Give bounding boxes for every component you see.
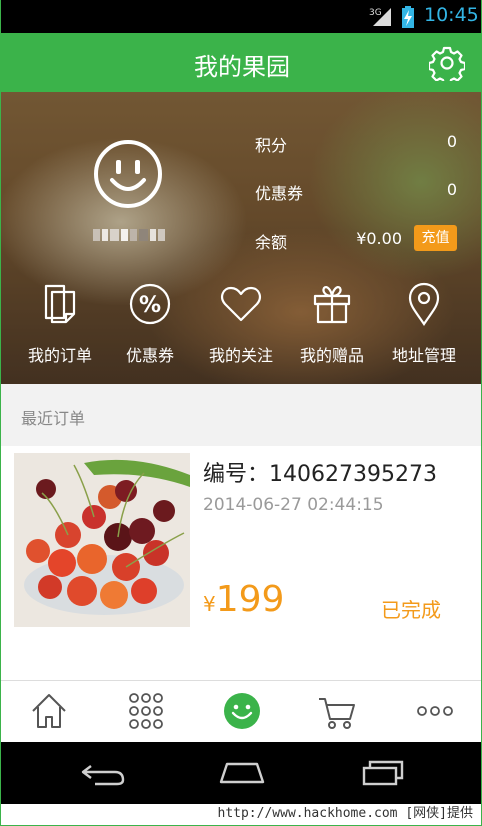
smiley-face-icon[interactable] [222,691,262,731]
balance-label: 余额 [255,233,288,252]
location-pin-icon [408,282,440,326]
order-document-icon [44,284,76,324]
app-frame: 3G 10:45 我的果园 积分 0 优惠券 0 余额 ¥0.00 充值 我的订… [0,0,482,826]
points-value: 0 [446,132,457,151]
gift-icon [313,286,351,324]
title-bar: 我的果园 [1,33,481,92]
balance-value: ¥0.00 [356,229,402,248]
coupons-row[interactable]: 优惠券 0 [255,176,465,206]
recent-orders-header: 最近订单 [1,384,481,446]
status-time: 10:45 [424,4,479,26]
grid-dots-icon[interactable] [126,691,166,731]
heart-icon [221,286,261,322]
smiley-face-icon[interactable] [92,138,164,210]
points-label: 积分 [255,136,288,155]
masked-username [93,229,165,241]
nav-address[interactable]: 地址管理 [376,282,472,366]
page-title: 我的果园 [194,53,290,81]
balance-row: 余额 ¥0.00 充值 [255,225,465,255]
nav-coupons[interactable]: % 优惠券 [102,282,198,366]
cherries-photo [14,453,190,627]
svg-text:%: % [139,293,161,318]
nav-my-orders[interactable]: 我的订单 [12,282,108,366]
recent-apps-icon[interactable] [358,758,408,788]
coupons-value: 0 [446,180,457,199]
order-currency: ¥ [203,592,216,616]
gear-icon[interactable] [429,45,465,81]
status-bar: 3G 10:45 [1,0,481,33]
system-nav-bar [1,742,481,804]
coupons-label: 优惠券 [255,184,304,203]
recharge-button[interactable]: 充值 [414,225,457,251]
points-row[interactable]: 积分 0 [255,128,465,158]
svg-text:3G: 3G [369,8,382,18]
order-card[interactable]: 编号：140627395273 2014-06-27 02:44:15 ¥199… [1,446,481,680]
recent-orders-label: 最近订单 [21,409,86,428]
home-icon[interactable] [217,758,267,788]
nav-my-follows-label: 我的关注 [208,346,273,365]
nav-coupons-label: 优惠券 [125,346,174,365]
battery-charging-icon [402,6,414,28]
home-icon[interactable] [29,691,69,731]
nav-my-gifts[interactable]: 我的赠品 [284,282,380,366]
more-dots-icon[interactable] [415,691,455,731]
order-amount: 199 [215,579,285,620]
signal-3g-icon: 3G [369,8,391,26]
back-icon[interactable] [77,758,127,788]
nav-my-orders-label: 我的订单 [27,346,92,365]
nav-my-follows[interactable]: 我的关注 [193,282,289,366]
order-price: ¥199 [203,579,284,620]
bottom-tab-bar [1,680,481,742]
nav-address-label: 地址管理 [391,346,456,365]
profile-header: 积分 0 优惠券 0 余额 ¥0.00 充值 我的订单 % 优惠券 我的关注 我… [1,92,481,384]
cart-icon[interactable] [317,691,357,731]
order-date: 2014-06-27 02:44:15 [203,495,384,515]
nav-my-gifts-label: 我的赠品 [299,346,364,365]
watermark-text: http://www.hackhome.com [网侠]提供 [1,804,481,825]
percent-coupon-icon: % [129,283,171,325]
order-number: 编号：140627395273 [203,462,437,487]
order-status: 已完成 [381,598,441,622]
